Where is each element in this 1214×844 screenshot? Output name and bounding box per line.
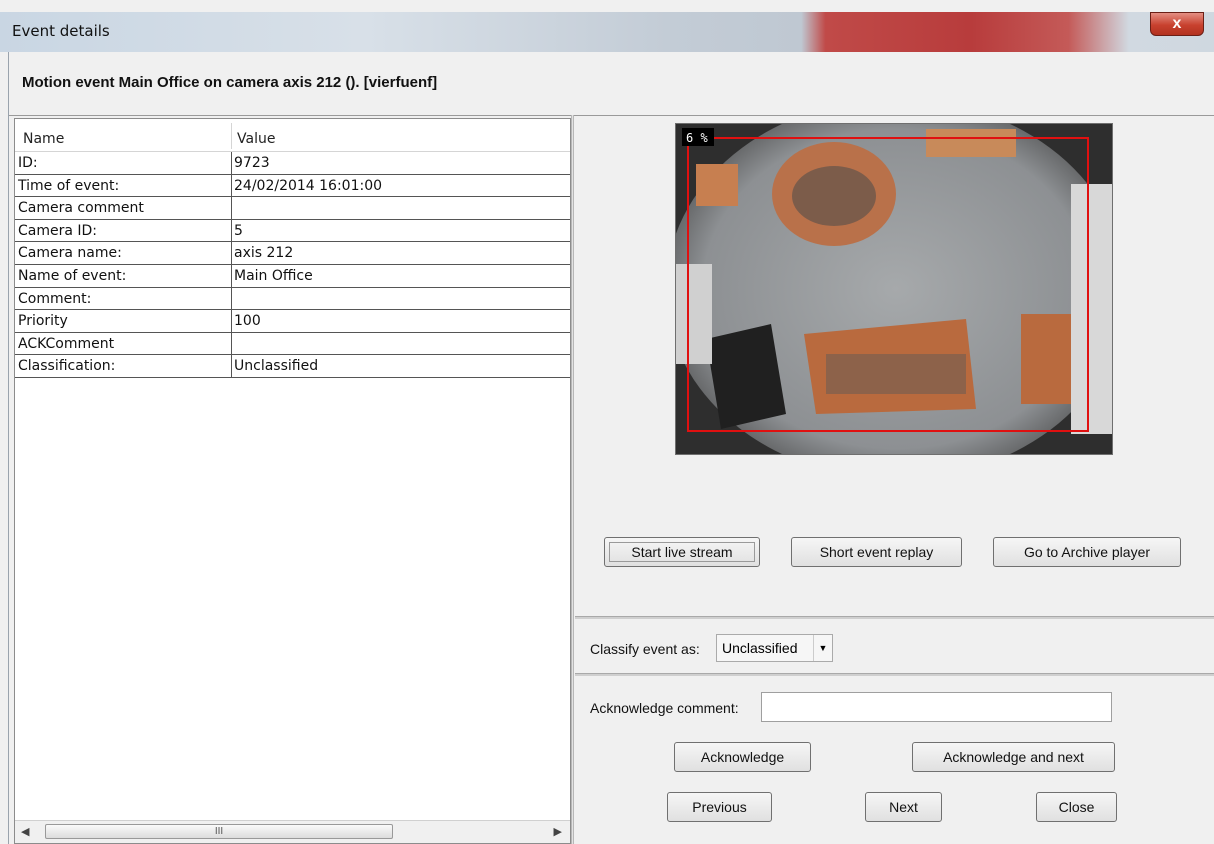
cell-divider bbox=[231, 152, 232, 174]
classification-select[interactable]: Unclassified ▼ bbox=[716, 634, 833, 662]
cell-divider bbox=[231, 174, 232, 197]
section-divider bbox=[575, 673, 1214, 676]
row-name: Time of event: bbox=[18, 177, 120, 194]
event-details-table: Name Value ID: 9723 Time of event: 24/02/2… bbox=[15, 119, 570, 378]
row-value: 5 bbox=[234, 222, 243, 239]
short-event-replay-button[interactable]: Short event replay bbox=[791, 537, 962, 567]
column-header-value[interactable]: Value bbox=[237, 131, 275, 147]
cell-divider bbox=[231, 332, 232, 355]
acknowledge-button[interactable]: Acknowledge bbox=[674, 742, 811, 772]
classification-value: Unclassified bbox=[722, 640, 798, 656]
shelf-top bbox=[926, 129, 1016, 157]
previous-button[interactable]: Previous bbox=[667, 792, 772, 822]
left-wall bbox=[676, 264, 712, 364]
header-divider bbox=[9, 115, 1214, 116]
table-row[interactable]: ACKComment bbox=[15, 332, 570, 356]
row-name: Classification: bbox=[18, 358, 116, 375]
close-label: Close bbox=[1058, 799, 1095, 815]
row-name: ID: bbox=[18, 155, 38, 171]
table-row[interactable]: Camera name: axis 212 bbox=[15, 242, 570, 265]
camera-snapshot: 6 % bbox=[676, 124, 1112, 454]
archive-player-button[interactable]: Go to Archive player bbox=[993, 537, 1181, 567]
table-row[interactable]: Priority 100 bbox=[15, 310, 570, 333]
table-row[interactable]: Comment: bbox=[15, 287, 570, 311]
row-value: axis 212 bbox=[234, 245, 294, 262]
desk-left bbox=[696, 164, 738, 206]
close-icon: x bbox=[1172, 15, 1182, 32]
acknowledge-comment-input[interactable] bbox=[761, 692, 1112, 722]
row-name: Camera ID: bbox=[18, 222, 98, 239]
acknowledge-label: Acknowledge bbox=[700, 749, 785, 765]
table-row[interactable]: Name of event: Main Office bbox=[15, 264, 570, 288]
short-event-replay-label: Short event replay bbox=[819, 544, 934, 560]
button-focus-ring bbox=[609, 542, 755, 562]
scroll-thumb[interactable]: III bbox=[45, 824, 393, 839]
row-value: 100 bbox=[234, 313, 261, 330]
event-details-table-pane: Name Value ID: 9723 Time of event: 24/02/2… bbox=[14, 118, 571, 844]
title-bar: Event details x bbox=[0, 12, 1214, 52]
cell-divider bbox=[231, 197, 232, 219]
table-header: Name Value bbox=[15, 119, 570, 152]
row-value: 9723 bbox=[234, 155, 270, 171]
cell-divider bbox=[231, 310, 232, 332]
cell-divider bbox=[231, 355, 232, 377]
table-row[interactable]: Camera comment bbox=[15, 197, 570, 220]
acknowledge-comment-label: Acknowledge comment: bbox=[590, 700, 739, 716]
row-value: Main Office bbox=[234, 267, 313, 284]
table-clutter bbox=[792, 166, 876, 226]
previous-label: Previous bbox=[692, 799, 747, 815]
scroll-right-icon[interactable]: ▶ bbox=[554, 825, 562, 838]
close-button[interactable]: Close bbox=[1036, 792, 1117, 822]
cell-divider bbox=[231, 287, 232, 310]
section-divider bbox=[575, 616, 1214, 619]
column-divider[interactable] bbox=[231, 123, 232, 149]
acknowledge-next-label: Acknowledge and next bbox=[943, 749, 1084, 765]
row-value: Unclassified bbox=[234, 358, 319, 375]
classify-label: Classify event as: bbox=[590, 641, 700, 657]
row-name: Camera name: bbox=[18, 245, 122, 262]
cell-divider bbox=[231, 219, 232, 242]
table-row[interactable]: ID: 9723 bbox=[15, 152, 570, 175]
archive-player-label: Go to Archive player bbox=[1023, 544, 1151, 560]
grip-icon: III bbox=[214, 826, 224, 837]
next-button[interactable]: Next bbox=[865, 792, 942, 822]
motion-percent-label: 6 % bbox=[686, 131, 708, 145]
table-row[interactable]: Classification: Unclassified bbox=[15, 355, 570, 378]
desk-right bbox=[1021, 314, 1076, 404]
row-value: 24/02/2014 16:01:00 bbox=[234, 177, 383, 194]
window-title: Event details bbox=[12, 22, 110, 40]
scroll-left-icon[interactable]: ◀ bbox=[21, 825, 29, 838]
row-name: Comment: bbox=[18, 290, 92, 307]
row-name: Priority bbox=[18, 313, 68, 330]
desk-clutter bbox=[826, 354, 966, 394]
camera-image: 6 % bbox=[676, 124, 1112, 454]
cell-divider bbox=[231, 242, 232, 264]
acknowledge-next-button[interactable]: Acknowledge and next bbox=[912, 742, 1115, 772]
close-window-button[interactable]: x bbox=[1150, 12, 1204, 36]
row-name: ACKComment bbox=[18, 335, 115, 352]
right-wall bbox=[1071, 184, 1112, 434]
next-label: Next bbox=[889, 799, 918, 815]
horizontal-scrollbar[interactable]: ◀ III ▶ bbox=[15, 820, 570, 843]
start-live-stream-button[interactable]: Start live stream bbox=[604, 537, 760, 567]
cell-divider bbox=[231, 264, 232, 287]
table-row[interactable]: Time of event: 24/02/2014 16:01:00 bbox=[15, 174, 570, 198]
column-header-name[interactable]: Name bbox=[23, 131, 64, 147]
row-name: Name of event: bbox=[18, 267, 127, 284]
pane-splitter[interactable] bbox=[571, 115, 574, 844]
row-name: Camera comment bbox=[18, 200, 144, 217]
event-header: Motion event Main Office on camera axis … bbox=[22, 74, 438, 91]
table-row[interactable]: Camera ID: 5 bbox=[15, 219, 570, 243]
chevron-down-icon[interactable]: ▼ bbox=[813, 635, 832, 661]
